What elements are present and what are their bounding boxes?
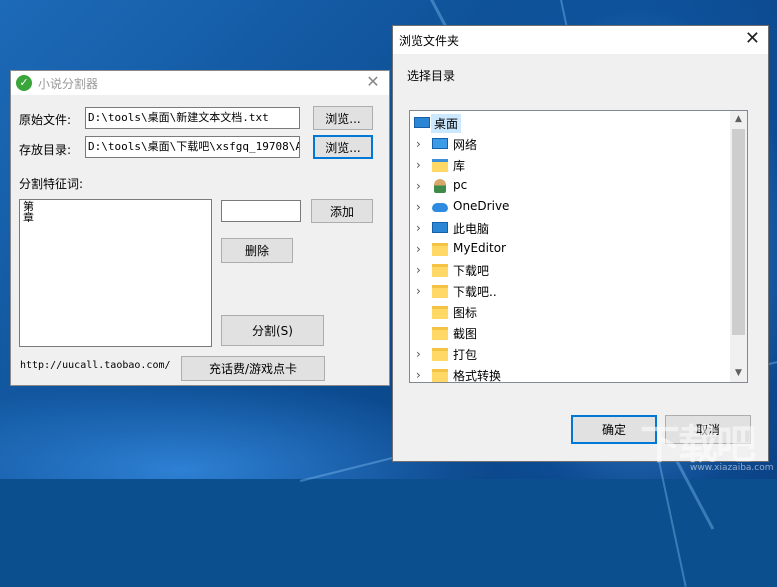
shop-url-link[interactable]: http://uucall.taobao.com/ [20, 360, 171, 371]
tree-item-label: 下载吧 [453, 264, 490, 278]
keyword-input[interactable] [221, 200, 301, 222]
source-file-label: 原始文件: [19, 113, 72, 127]
tree-item-label: 库 [453, 159, 466, 173]
tree-item-label: 桌面 [431, 114, 462, 133]
chevron-right-icon[interactable]: › [416, 179, 426, 193]
tree-item-xiazaiba[interactable]: › 下载吧 [410, 260, 730, 281]
chevron-right-icon[interactable]: › [416, 242, 426, 256]
desktop-icon [414, 117, 430, 128]
chevron-down-icon[interactable]: ▼ [730, 365, 747, 382]
folder-icon [432, 348, 448, 361]
scrollbar-thumb[interactable] [732, 129, 745, 335]
tree-item-label: 此电脑 [453, 222, 490, 236]
tree-item-xiazaiba-2[interactable]: › 下载吧.. [410, 281, 730, 302]
app-title: 小说分割器 [38, 77, 99, 91]
folder-icon [432, 369, 448, 382]
keyword-line: 第 [23, 200, 34, 213]
tree-item-label: 网络 [453, 138, 478, 152]
tree-item-this-pc[interactable]: › 此电脑 [410, 218, 730, 239]
tree-item-library[interactable]: › 库 [410, 155, 730, 176]
chevron-right-icon[interactable]: › [416, 263, 426, 277]
chevron-right-icon[interactable]: › [416, 347, 426, 361]
recharge-button[interactable]: 充话费/游戏点卡 [181, 356, 325, 381]
close-icon[interactable]: ✕ [745, 29, 760, 49]
chevron-right-icon[interactable]: › [416, 221, 426, 235]
chevron-right-icon[interactable]: › [416, 200, 426, 214]
browse-dest-button[interactable]: 浏览... [313, 135, 373, 159]
check-icon: ✓ [16, 75, 32, 91]
novel-splitter-window: ✓ 小说分割器 ✕ 原始文件: D:\tools\桌面\新建文本文档.txt 浏… [10, 70, 390, 386]
chevron-right-icon[interactable]: › [416, 284, 426, 298]
tree-item-label: MyEditor [453, 241, 506, 255]
folder-icon [432, 243, 448, 256]
chevron-right-icon[interactable]: › [416, 158, 426, 172]
keyword-line: 章 [23, 211, 34, 224]
folder-icon [432, 264, 448, 277]
app-titlebar[interactable]: ✓ 小说分割器 ✕ [11, 71, 389, 95]
tree-scrollbar[interactable]: ▲ ▼ [730, 111, 747, 382]
tree-item-package[interactable]: › 打包 [410, 344, 730, 365]
split-button[interactable]: 分割(S) [221, 315, 324, 346]
computer-icon [432, 222, 448, 233]
network-icon [432, 138, 448, 149]
browse-source-button[interactable]: 浏览... [313, 106, 373, 130]
keywords-label: 分割特征词: [19, 177, 84, 191]
tree-item-screenshots[interactable]: 截图 [410, 323, 730, 344]
keywords-list[interactable]: 第 章 [19, 199, 212, 347]
tree-item-desktop[interactable]: 桌面 [410, 113, 730, 134]
dialog-title: 浏览文件夹 [399, 34, 460, 48]
source-file-field[interactable]: D:\tools\桌面\新建文本文档.txt [85, 107, 300, 129]
folder-tree[interactable]: 桌面 › 网络 › 库 › pc › OneDrive › 此电脑 › MyEd… [409, 110, 748, 383]
tree-item-myeditor[interactable]: › MyEditor [410, 239, 730, 260]
dest-dir-label: 存放目录: [19, 143, 72, 157]
folder-icon [432, 327, 448, 340]
watermark-url: www.xiazaiba.com [690, 463, 774, 473]
delete-button[interactable]: 删除 [221, 238, 293, 263]
tree-item-label: OneDrive [453, 199, 510, 213]
chevron-right-icon[interactable]: › [416, 137, 426, 151]
tree-item-label: 截图 [453, 327, 478, 341]
site-watermark: 下载吧 www.xiazaiba.com [640, 412, 775, 473]
tree-item-label: 格式转换 [453, 369, 502, 383]
tree-item-label: 打包 [453, 348, 478, 362]
cloud-icon [432, 203, 448, 212]
tree-item-label: pc [453, 178, 468, 192]
browse-folder-dialog: 浏览文件夹 ✕ 选择目录 桌面 › 网络 › 库 › pc › OneDrive [392, 25, 769, 462]
tree-item-network[interactable]: › 网络 [410, 134, 730, 155]
add-button[interactable]: 添加 [311, 199, 373, 223]
tree-item-onedrive[interactable]: › OneDrive [410, 197, 730, 218]
dialog-prompt: 选择目录 [407, 69, 456, 83]
dest-dir-field[interactable]: D:\tools\桌面\下载吧\xsfgq_19708\Ar [85, 136, 300, 158]
tree-item-pc[interactable]: › pc [410, 176, 730, 197]
tree-item-label: 图标 [453, 306, 478, 320]
tree-item-icons[interactable]: 图标 [410, 302, 730, 323]
folder-icon [432, 285, 448, 298]
library-icon [432, 159, 448, 172]
tree-item-format-convert[interactable]: › 格式转换 [410, 365, 730, 383]
chevron-up-icon[interactable]: ▲ [730, 111, 747, 128]
close-icon[interactable]: ✕ [363, 72, 383, 92]
folder-icon [432, 306, 448, 319]
watermark-logo: 下载吧 [640, 422, 756, 468]
dialog-titlebar[interactable]: 浏览文件夹 ✕ [393, 26, 768, 54]
user-icon [434, 179, 446, 193]
tree-item-label: 下载吧.. [453, 285, 497, 299]
chevron-right-icon[interactable]: › [416, 368, 426, 382]
